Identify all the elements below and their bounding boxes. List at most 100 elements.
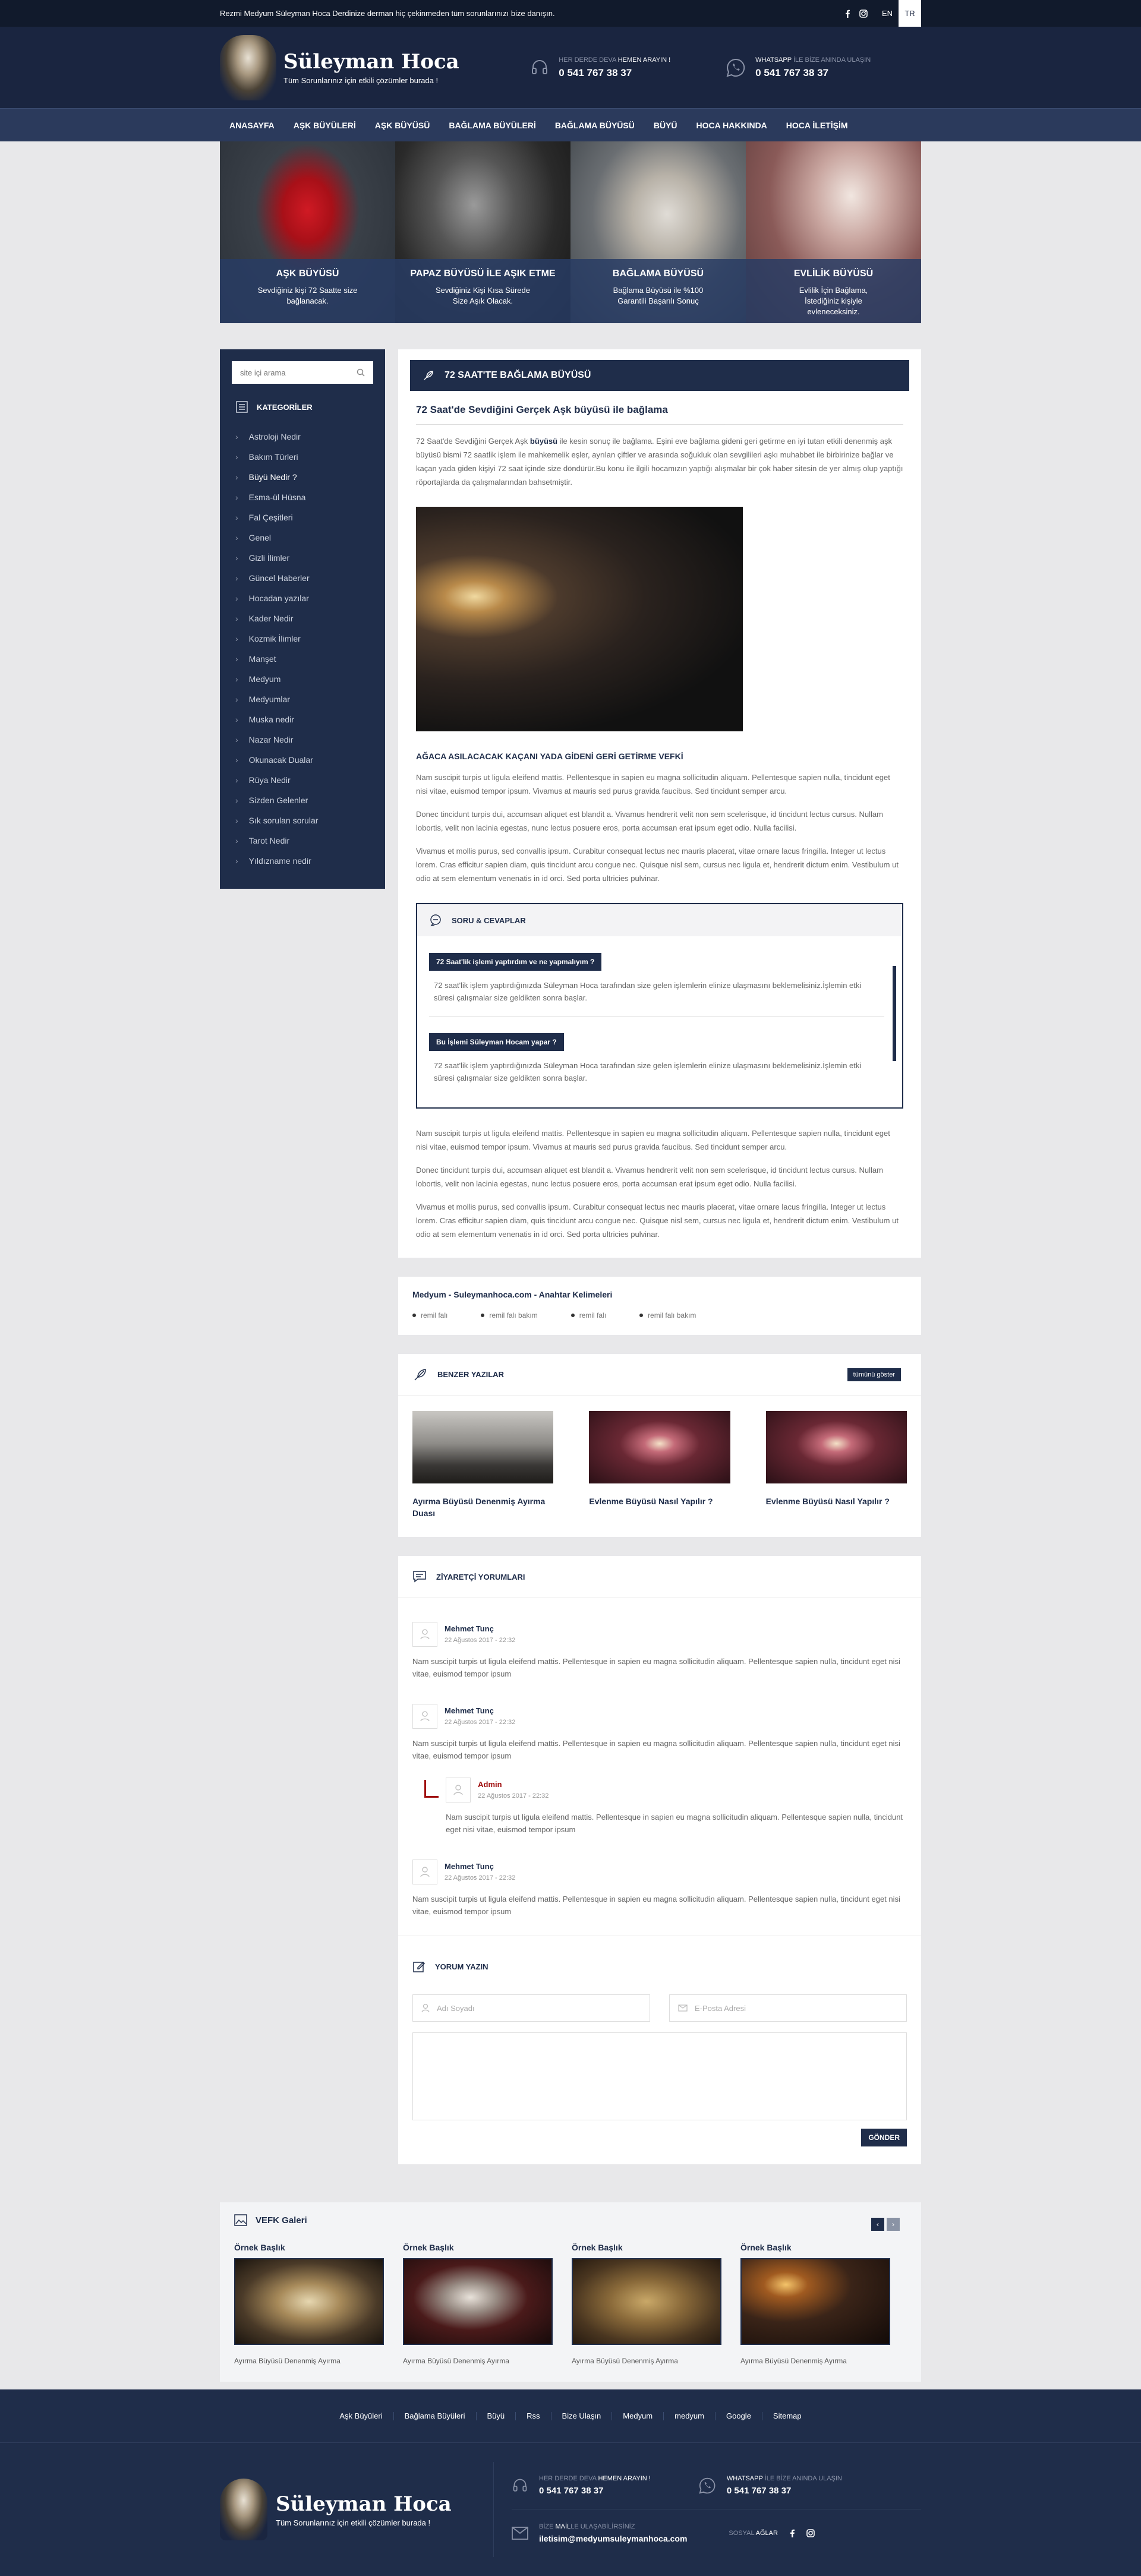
sidebar-category-item[interactable]: › Okunacak Dualar: [220, 750, 385, 770]
related-item-title[interactable]: Evlenme Büyüsü Nasıl Yapılır ?: [589, 1495, 730, 1507]
nav-baglama-buyuleri[interactable]: BAĞLAMA BÜYÜLERİ: [439, 109, 545, 142]
hero-card-papaz[interactable]: PAPAZ BÜYÜSÜ İLE AŞIK ETME Sevdiğiniz Kiş…: [395, 141, 570, 323]
submit-button[interactable]: GÖNDER: [861, 2129, 907, 2146]
sidebar-category-item[interactable]: › Gizli İlimler: [220, 548, 385, 568]
sidebar-category-item[interactable]: › Genel: [220, 528, 385, 548]
lang-en[interactable]: EN: [876, 0, 899, 27]
nav-baglama-buyusu[interactable]: BAĞLAMA BÜYÜSÜ: [546, 109, 644, 142]
footer-email[interactable]: iletisim@medyumsuleymanhoca.com: [539, 2534, 687, 2543]
sidebar-category-item[interactable]: › Kader Nedir: [220, 608, 385, 629]
footer-link[interactable]: Rss: [516, 2411, 551, 2420]
sidebar-category-item[interactable]: › Manşet: [220, 649, 385, 669]
related-item[interactable]: Evlenme Büyüsü Nasıl Yapılır ?: [765, 1411, 907, 1519]
sidebar-category-item[interactable]: › Yıldızname nedir: [220, 851, 385, 871]
comment-textarea[interactable]: [412, 2032, 907, 2120]
sidebar-category-item[interactable]: › Tarot Nedir: [220, 831, 385, 851]
nav-hoca-hakkinda[interactable]: HOCA HAKKINDA: [687, 109, 777, 142]
email-field[interactable]: E-Posta Adresi: [669, 1994, 907, 2022]
gallery-prev-button[interactable]: ‹: [871, 2218, 884, 2231]
nav-hoca-iletisim[interactable]: HOCA İLETİŞİM: [777, 109, 858, 142]
nav-anasayfa[interactable]: ANASAYFA: [220, 109, 284, 142]
site-header: Süleyman Hoca Tüm Sorunlarınız için etki…: [0, 27, 1141, 108]
keyword-tag[interactable]: remil falı bakım: [481, 1311, 537, 1319]
footer-link[interactable]: Sitemap: [762, 2411, 812, 2420]
sidebar-category-item[interactable]: › Rüya Nedir: [220, 770, 385, 790]
footer-title: Süleyman Hoca: [276, 2492, 452, 2516]
sidebar-category-item[interactable]: › Medyum: [220, 669, 385, 689]
post-intro-link[interactable]: büyüsü: [530, 437, 557, 446]
sidebar-category-item[interactable]: › Nazar Nedir: [220, 730, 385, 750]
hero-card-evlilik[interactable]: EVLİLİK BÜYÜSÜ Evlilik İçin Bağlama, İste…: [746, 141, 921, 323]
gallery-item[interactable]: Örnek Başlık Ayırma Büyüsü Denenmiş Ayır…: [572, 2243, 721, 2365]
category-label: Hocadan yazılar: [248, 594, 309, 603]
sidebar-category-item[interactable]: › Bakım Türleri: [220, 447, 385, 467]
sidebar-category-item[interactable]: › Büyü Nedir ?: [220, 467, 385, 487]
keyword-tag[interactable]: remil falı: [571, 1311, 606, 1319]
sidebar-category-item[interactable]: › Kozmik İlimler: [220, 629, 385, 649]
sidebar-category-item[interactable]: › Fal Çeşitleri: [220, 507, 385, 528]
mail-icon: [512, 2527, 528, 2540]
footer-link[interactable]: Google: [716, 2411, 762, 2420]
footer-whatsapp[interactable]: WHATSAPP İLE BİZE ANINDA ULAŞIN 0 541 76…: [698, 2475, 842, 2496]
reply-author: Admin: [478, 1780, 502, 1789]
footer-link[interactable]: Medyum: [612, 2411, 664, 2420]
instagram-icon[interactable]: [859, 9, 868, 18]
sidebar-category-item[interactable]: › Sizden Gelenler: [220, 790, 385, 810]
footer-link[interactable]: Bağlama Büyüleri: [394, 2411, 477, 2420]
nav-ask-buyuleri[interactable]: AŞK BÜYÜLERİ: [284, 109, 365, 142]
sidebar-category-item[interactable]: › Güncel Haberler: [220, 568, 385, 588]
category-label: Sizden Gelenler: [248, 795, 308, 805]
gallery-image: [572, 2258, 721, 2345]
sidebar-category-item[interactable]: › Esma-ül Hüsna: [220, 487, 385, 507]
facebook-icon[interactable]: [789, 2529, 796, 2537]
related-image: [765, 1411, 907, 1483]
footer-link[interactable]: Büyü: [477, 2411, 516, 2420]
sidebar-category-item[interactable]: › Muska nedir: [220, 709, 385, 730]
footer-link[interactable]: medyum: [664, 2411, 716, 2420]
faq-question[interactable]: 72 Saat'lik işlemi yaptırdım ve ne yapma…: [429, 953, 602, 971]
instagram-icon[interactable]: [806, 2529, 815, 2537]
sidebar-category-item[interactable]: › Sık sorulan sorular: [220, 810, 385, 831]
category-label: Medyumlar: [248, 694, 290, 704]
phone-label: HER DERDE DEVA: [559, 56, 618, 64]
logo[interactable]: Süleyman Hoca Tüm Sorunlarınız için etki…: [220, 34, 530, 100]
related-item-title[interactable]: Evlenme Büyüsü Nasıl Yapılır ?: [766, 1495, 907, 1507]
user-icon: [412, 1622, 437, 1647]
keyword-tag[interactable]: remil falı: [412, 1311, 447, 1319]
gallery-next-button[interactable]: ›: [887, 2218, 900, 2231]
phone-contact[interactable]: HER DERDE DEVA HEMEN ARAYIN ! 0 541 767 …: [530, 56, 726, 79]
search-box[interactable]: site içi arama: [232, 361, 373, 384]
show-all-button[interactable]: tümünü göster: [847, 1368, 901, 1381]
nav-buyu[interactable]: BÜYÜ: [644, 109, 687, 142]
nav-ask-buyusu[interactable]: AŞK BÜYÜSÜ: [365, 109, 440, 142]
footer-link[interactable]: Aşk Büyüleri: [329, 2411, 394, 2420]
facebook-icon[interactable]: [844, 10, 851, 18]
mail-icon: [678, 2004, 688, 2012]
gallery-item[interactable]: Örnek Başlık Ayırma Büyüsü Denenmiş Ayır…: [740, 2243, 890, 2365]
sidebar-category-item[interactable]: › Medyumlar: [220, 689, 385, 709]
footer-mail[interactable]: BİZE MAİLLE ULAŞABİLİRSİNİZ iletisim@med…: [512, 2523, 687, 2543]
footer-logo[interactable]: Süleyman Hoca Tüm Sorunlarınız için etki…: [220, 2479, 493, 2540]
sidebar-category-item[interactable]: › Hocadan yazılar: [220, 588, 385, 608]
content-area: site içi arama KATEGORİLER › Astroloji Ne…: [220, 349, 921, 2164]
comment-author: Mehmet Tunç: [445, 1706, 494, 1715]
faq-scrollbar[interactable]: [893, 966, 896, 1061]
gallery-item[interactable]: Örnek Başlık Ayırma Büyüsü Denenmiş Ayır…: [234, 2243, 384, 2365]
keyword-tag[interactable]: remil falı bakım: [639, 1311, 696, 1319]
related-item-title[interactable]: Ayırma Büyüsü Denenmiş Ayırma Duası: [412, 1495, 553, 1519]
hero-card-baglama[interactable]: BAĞLAMA BÜYÜSÜ Bağlama Büyüsü ile %100 Ga…: [570, 141, 746, 323]
footer-link[interactable]: Bize Ulaşın: [551, 2411, 613, 2420]
faq-question[interactable]: Bu İşlemi Süleyman Hocam yapar ?: [429, 1033, 564, 1051]
search-icon[interactable]: [357, 368, 365, 377]
name-field[interactable]: Adı Soyadı: [412, 1994, 650, 2022]
related-item[interactable]: Ayırma Büyüsü Denenmiş Ayırma Duası: [412, 1411, 554, 1519]
related-item[interactable]: Evlenme Büyüsü Nasıl Yapılır ?: [589, 1411, 730, 1519]
search-input[interactable]: site içi arama: [240, 368, 286, 377]
gallery-item[interactable]: Örnek Başlık Ayırma Büyüsü Denenmiş Ayır…: [403, 2243, 553, 2365]
sidebar-category-item[interactable]: › Astroloji Nedir: [220, 427, 385, 447]
whatsapp-contact[interactable]: WHATSAPP İLE BİZE ANINDA ULAŞIN 0 541 76…: [726, 56, 921, 79]
hero-card-ask[interactable]: AŞK BÜYÜSÜ Sevdiğiniz kişi 72 Saatte size…: [220, 141, 395, 323]
post-image: [416, 507, 743, 731]
lang-tr[interactable]: TR: [899, 0, 921, 27]
footer-phone[interactable]: HER DERDE DEVA HEMEN ARAYIN ! 0 541 767 …: [512, 2475, 651, 2496]
